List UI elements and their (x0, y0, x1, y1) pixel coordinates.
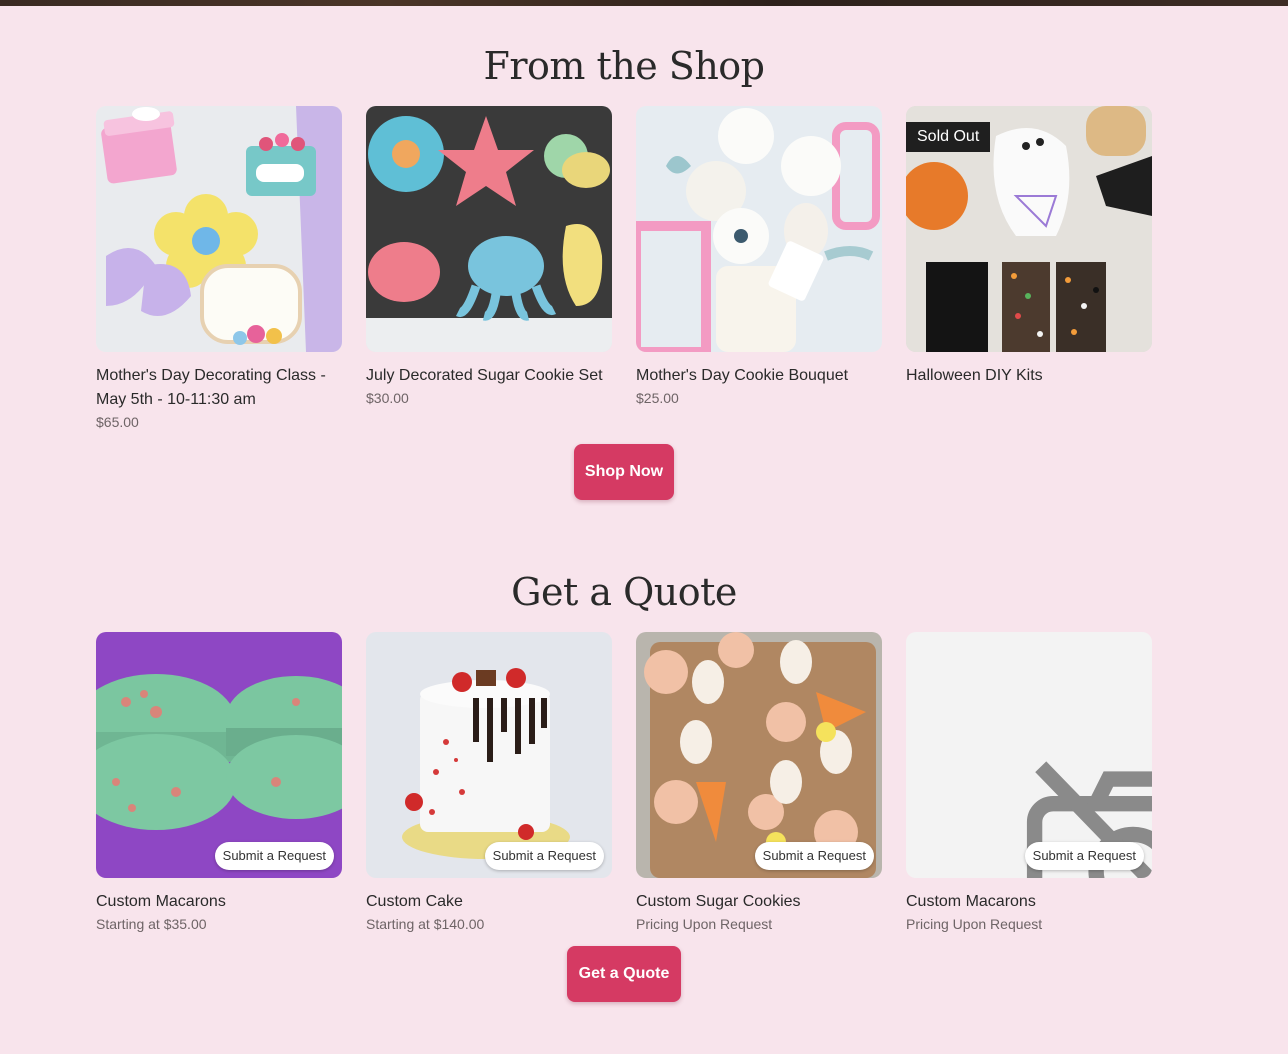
quote-image[interactable]: Submit a Request (366, 632, 612, 878)
product-image[interactable]: Sold Out (906, 106, 1152, 352)
product-card[interactable]: Mother's Day Decorating Class - May 5th … (96, 106, 342, 432)
quote-price: Starting at $140.00 (366, 916, 485, 932)
get-a-quote-button[interactable]: Get a Quote (567, 946, 681, 1002)
quote-item-grid: Submit a Request Custom Macarons Startin… (96, 632, 1152, 934)
sea-creature-cookies-photo (366, 106, 612, 352)
product-title[interactable]: Mother's Day Decorating Class - May 5th … (96, 364, 342, 412)
product-card[interactable]: July Decorated Sugar Cookie Set $30.00 (366, 106, 612, 432)
submit-request-pill[interactable]: Submit a Request (484, 842, 604, 870)
quote-image[interactable]: Submit a Request (906, 632, 1152, 878)
product-image[interactable] (96, 106, 342, 352)
quote-section-title: Get a Quote (511, 570, 737, 614)
quote-card[interactable]: Submit a Request Custom Sugar Cookies Pr… (636, 632, 882, 934)
submit-request-pill[interactable]: Submit a Request (214, 842, 334, 870)
flower-bouquet-cookies-photo (636, 106, 882, 352)
sold-out-badge: Sold Out (906, 122, 991, 152)
quote-card[interactable]: Submit a Request Custom Macarons Startin… (96, 632, 342, 934)
quote-image[interactable]: Submit a Request (96, 632, 342, 878)
quote-image[interactable]: Submit a Request (636, 632, 882, 878)
quote-title[interactable]: Custom Macarons (96, 890, 342, 914)
quote-price: Pricing Upon Request (906, 916, 1043, 932)
product-card[interactable]: Sold Out Halloween DIY Kits (906, 106, 1152, 432)
submit-request-pill[interactable]: Submit a Request (754, 842, 874, 870)
product-image[interactable] (366, 106, 612, 352)
quote-title[interactable]: Custom Sugar Cookies (636, 890, 882, 914)
shop-product-grid: Mother's Day Decorating Class - May 5th … (96, 106, 1152, 432)
product-title[interactable]: July Decorated Sugar Cookie Set (366, 364, 612, 388)
product-price: $25.00 (636, 390, 679, 406)
quote-title[interactable]: Custom Cake (366, 890, 612, 914)
quote-price: Pricing Upon Request (636, 916, 773, 932)
submit-request-pill[interactable]: Submit a Request (1024, 842, 1144, 870)
quote-card[interactable]: Submit a Request Custom Cake Starting at… (366, 632, 612, 934)
product-title[interactable]: Mother's Day Cookie Bouquet (636, 364, 882, 388)
hero-image-bottom-edge (0, 0, 1288, 6)
quote-card[interactable]: Submit a Request Custom Macarons Pricing… (906, 632, 1152, 934)
quote-title[interactable]: Custom Macarons (906, 890, 1152, 914)
quote-price: Starting at $35.00 (96, 916, 207, 932)
shop-section-title: From the Shop (483, 44, 765, 88)
product-card[interactable]: Mother's Day Cookie Bouquet $25.00 (636, 106, 882, 432)
product-image[interactable] (636, 106, 882, 352)
product-price: $65.00 (96, 414, 139, 430)
mothers-day-cookies-photo (96, 106, 342, 352)
shop-now-button[interactable]: Shop Now (574, 444, 674, 500)
product-title[interactable]: Halloween DIY Kits (906, 364, 1152, 388)
product-price: $30.00 (366, 390, 409, 406)
